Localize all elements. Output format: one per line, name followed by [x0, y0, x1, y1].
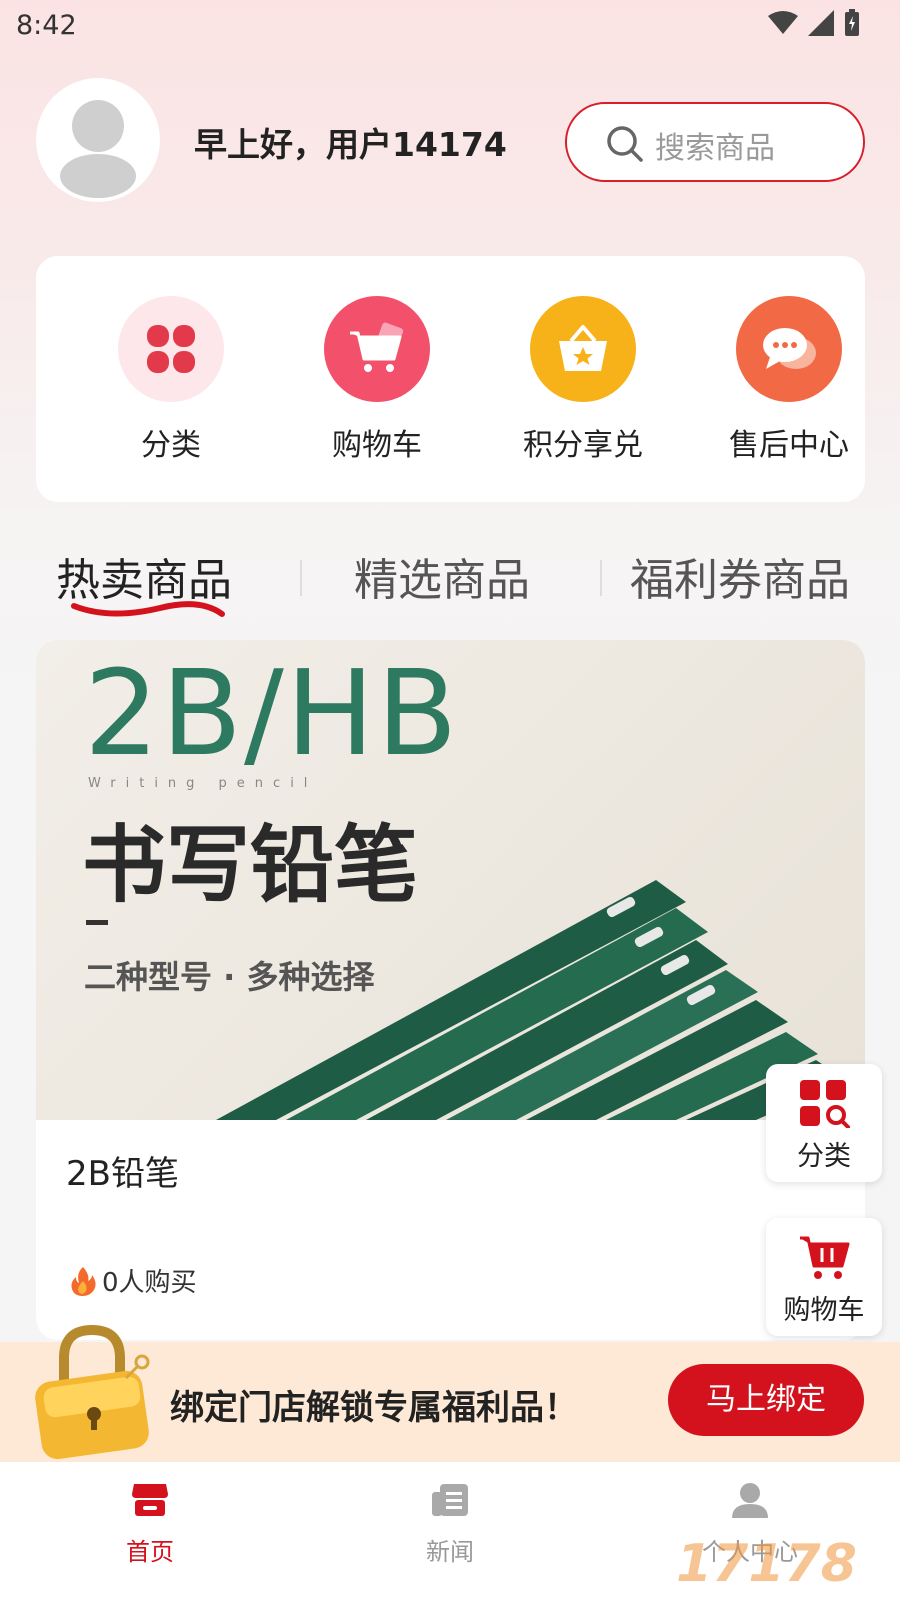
- product-image: 2B/HB Writing pencil 书写铅笔 二种型号 · 多种选择: [36, 640, 865, 1120]
- status-time: 8:42: [16, 10, 77, 41]
- header: 早上好，用户14174 搜索商品: [0, 78, 900, 204]
- tab-divider: [300, 560, 302, 596]
- product-sold-count: 0人购买: [68, 1262, 197, 1299]
- tabbar-label: 首页: [126, 1538, 174, 1566]
- tab-coupon-products[interactable]: 福利券商品: [630, 544, 850, 608]
- floating-cart-label: 购物车: [783, 1295, 865, 1326]
- floating-category-button[interactable]: 分类: [766, 1064, 882, 1182]
- quick-action-label: 积分享兑: [523, 428, 643, 463]
- wifi-icon: [768, 11, 798, 34]
- status-bar: 8:42: [0, 0, 900, 50]
- search-placeholder: 搜索商品: [655, 131, 775, 166]
- avatar[interactable]: [36, 78, 160, 202]
- person-icon: [732, 1483, 768, 1518]
- signal-icon: [808, 10, 834, 36]
- image-caption: 二种型号 · 多种选择: [84, 958, 375, 996]
- search-input[interactable]: 搜索商品: [565, 102, 865, 182]
- quick-action-label: 售后中心: [729, 428, 849, 463]
- floating-cart-button[interactable]: 购物车: [766, 1218, 882, 1336]
- quick-action-label: 购物车: [332, 428, 422, 463]
- site-watermark: 17178: [676, 1534, 857, 1594]
- bind-store-banner: 绑定门店解锁专属福利品！ 马上绑定: [0, 1324, 900, 1462]
- quick-action-points[interactable]: 积分享兑: [478, 296, 688, 466]
- image-subtitle-en: Writing pencil: [88, 776, 318, 791]
- clover-icon: [118, 296, 224, 402]
- image-dash: [86, 920, 108, 925]
- store-icon: [132, 1484, 168, 1516]
- floating-category-label: 分类: [797, 1141, 851, 1172]
- active-tab-underline: [71, 601, 225, 617]
- battery-icon: [845, 9, 859, 36]
- tabbar-label: 新闻: [426, 1538, 474, 1566]
- product-card[interactable]: 2B/HB Writing pencil 书写铅笔 二种型号 · 多种选择 2B…: [36, 640, 865, 1340]
- news-icon: [432, 1484, 468, 1516]
- tab-divider: [600, 560, 602, 596]
- image-headline: 2B/HB: [84, 644, 460, 782]
- quick-action-label: 分类: [141, 428, 201, 463]
- quick-action-category[interactable]: 分类: [66, 296, 276, 466]
- chat-bubble-icon: [736, 296, 842, 402]
- image-title: 书写铅笔: [82, 816, 419, 914]
- quick-action-after-sales[interactable]: 售后中心: [684, 296, 894, 466]
- search-icon: [607, 126, 643, 162]
- cart-icon: [800, 1236, 850, 1279]
- product-name: 2B铅笔: [66, 1154, 179, 1194]
- fire-icon: [71, 1266, 96, 1296]
- default-avatar-icon: [60, 100, 136, 198]
- status-icons: [768, 9, 860, 37]
- star-basket-icon: [530, 296, 636, 402]
- greeting-text: 早上好，用户14174: [194, 125, 507, 164]
- bind-store-text: 绑定门店解锁专属福利品！: [170, 1388, 578, 1428]
- padlock-icon: [35, 1324, 150, 1460]
- category-search-icon: [800, 1080, 850, 1128]
- tab-featured-products[interactable]: 精选商品: [354, 544, 530, 608]
- quick-action-cart[interactable]: 购物车: [272, 296, 482, 466]
- cart-icon: [324, 296, 430, 402]
- product-tabs: 热卖商品 精选商品 福利券商品: [0, 544, 900, 624]
- tabbar-item-news[interactable]: 新闻: [375, 1480, 525, 1580]
- quick-actions-card: 分类 购物车 积分享兑 售后中心: [36, 256, 865, 502]
- bind-now-button[interactable]: 马上绑定: [668, 1364, 864, 1436]
- tabbar-item-home[interactable]: 首页: [75, 1480, 225, 1580]
- sold-count-text: 0人购买: [102, 1268, 197, 1298]
